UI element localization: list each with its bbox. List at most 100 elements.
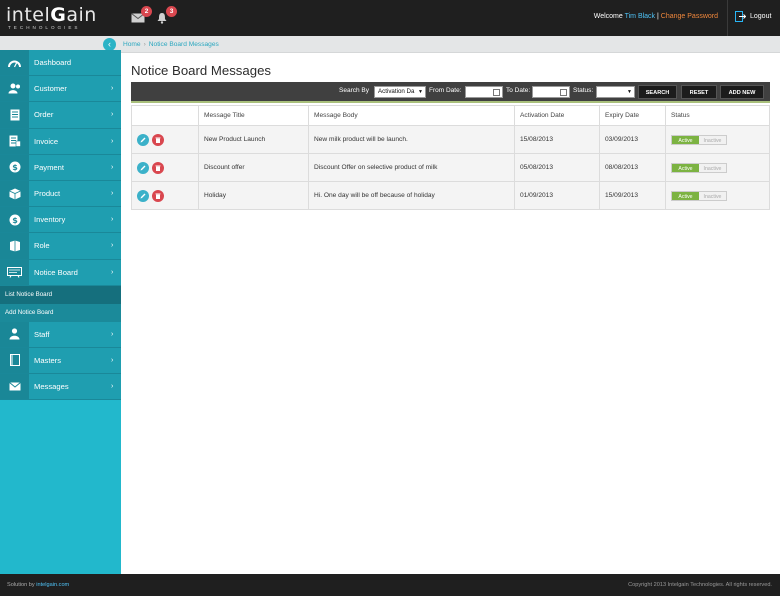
footer: Solution by intelgain.com Copyright 2013… [0, 574, 780, 596]
calendar-icon[interactable] [493, 89, 500, 96]
delete-button[interactable] [152, 189, 164, 202]
breadcrumb: Home › Notice Board Messages [123, 41, 219, 48]
order-icon [10, 109, 19, 121]
breadcrumb-home-link[interactable]: Home [123, 41, 141, 48]
edit-button[interactable] [137, 161, 149, 174]
footer-solution-link[interactable]: intelgain.com [36, 582, 69, 588]
sidebar-item-order[interactable]: Order › [0, 102, 121, 129]
status-inactive[interactable]: Inactive [699, 191, 726, 200]
search-button[interactable]: SEARCH [638, 85, 677, 99]
status-toggle[interactable]: Active Inactive [671, 134, 727, 145]
sidebar-item-label: Staff [34, 329, 50, 339]
chevron-right-icon: › [111, 163, 114, 171]
sidebar-item-notice-board[interactable]: Notice Board › [0, 259, 121, 286]
column-header-activation: Activation Date [514, 105, 600, 126]
status-active[interactable]: Active [672, 163, 699, 172]
masters-icon [9, 354, 20, 367]
pencil-icon [140, 165, 146, 170]
reset-button[interactable]: RESET [681, 85, 717, 99]
sidebar-item-invoice[interactable]: Invoice › [0, 128, 121, 155]
cell-activation: 01/09/2013 [514, 181, 600, 210]
row-actions [131, 181, 199, 210]
sidebar-subitem-add-notice-board[interactable]: Add Notice Board [0, 303, 121, 322]
status-inactive[interactable]: Inactive [699, 135, 726, 144]
table-row: Discount offer Discount Offer on selecti… [131, 153, 770, 182]
cell-status: Active Inactive [665, 125, 770, 154]
column-header-expiry: Expiry Date [599, 105, 666, 126]
filter-toolbar: Search By Activation Da ▼ From Date: To D… [131, 82, 770, 103]
cell-body: Hi. One day will be off because of holid… [308, 181, 515, 210]
mail-button[interactable]: 2 [131, 6, 152, 24]
chevron-right-icon: › [111, 190, 114, 198]
sidebar-item-customer[interactable]: Customer › [0, 76, 121, 103]
column-header-body: Message Body [308, 105, 515, 126]
to-date-label: To Date: [506, 87, 531, 94]
status-select[interactable]: ▼ [596, 86, 635, 98]
delete-button[interactable] [152, 133, 164, 146]
logout-label: Logout [750, 13, 772, 20]
notice-board-icon [7, 266, 22, 278]
chevron-right-icon: › [111, 216, 114, 224]
sidebar-item-product[interactable]: Product › [0, 180, 121, 208]
logo-text-b: ain [66, 4, 97, 26]
cell-expiry: 08/08/2013 [599, 153, 666, 182]
cell-title: Discount offer [198, 153, 309, 182]
chevron-right-icon: › [111, 137, 114, 145]
to-date-input[interactable] [532, 86, 570, 98]
edit-button[interactable] [137, 189, 149, 202]
status-toggle[interactable]: Active Inactive [671, 162, 727, 173]
sidebar-item-label: Customer [34, 84, 67, 94]
status-active[interactable]: Active [672, 135, 699, 144]
sidebar-item-label: Masters [34, 355, 62, 365]
breadcrumb-current[interactable]: Notice Board Messages [149, 41, 219, 48]
logout-button[interactable]: Logout [735, 11, 771, 22]
user-name-link[interactable]: Tim Black [625, 13, 655, 20]
from-date-input[interactable] [465, 86, 503, 98]
breadcrumb-separator: › [143, 41, 146, 48]
svg-text:$: $ [12, 163, 18, 172]
logo-subtitle: TECHNOLOGIES [8, 25, 81, 30]
edit-button[interactable] [137, 133, 149, 146]
mail-count-badge: 2 [141, 6, 152, 17]
status-toggle[interactable]: Active Inactive [671, 190, 727, 201]
welcome-text: Welcome Tim Black | Change Password [594, 13, 718, 20]
change-password-link[interactable]: Change Password [661, 13, 718, 20]
dropdown-arrow-icon: ▼ [627, 89, 632, 95]
cell-status: Active Inactive [665, 181, 770, 210]
sidebar-item-label: Payment [34, 162, 64, 172]
breadcrumb-bar: Home › Notice Board Messages [121, 36, 780, 53]
trash-icon [155, 137, 161, 143]
footer-credit: Solution by intelgain.com [7, 582, 69, 588]
sidebar-subitem-list-notice-board[interactable]: List Notice Board [0, 285, 121, 304]
sidebar-item-label: Invoice [34, 136, 59, 146]
alerts-button[interactable]: 3 [156, 6, 177, 24]
search-by-label: Search By [339, 87, 369, 94]
delete-button[interactable] [152, 161, 164, 174]
sidebar-item-label: Role [34, 241, 50, 251]
chevron-right-icon: › [111, 242, 114, 250]
sidebar-item-inventory[interactable]: $ Inventory › [0, 207, 121, 234]
sidebar-item-dashboard[interactable]: Dashboard [0, 50, 121, 77]
sidebar-item-staff[interactable]: Staff › [0, 321, 121, 348]
logo[interactable]: intelGain TECHNOLOGIES [6, 5, 116, 35]
sidebar-item-label: Order [34, 110, 54, 120]
cell-expiry: 15/09/2013 [599, 181, 666, 210]
calendar-icon[interactable] [560, 89, 567, 96]
product-icon [8, 188, 21, 200]
pencil-icon [140, 193, 146, 198]
from-date-label: From Date: [429, 87, 462, 94]
add-new-button[interactable]: ADD NEW [720, 85, 764, 99]
status-inactive[interactable]: Inactive [699, 163, 726, 172]
search-by-select[interactable]: Activation Da ▼ [374, 86, 426, 98]
logo-text-g: G [50, 4, 67, 26]
status-active[interactable]: Active [672, 191, 699, 200]
sidebar-item-role[interactable]: Role › [0, 233, 121, 260]
sidebar-item-messages[interactable]: Messages › [0, 374, 121, 401]
sidebar-item-payment[interactable]: $ Payment › [0, 154, 121, 181]
pencil-icon [140, 137, 146, 142]
footer-copyright: Copyright 2013 Intelgain Technologies. A… [628, 582, 772, 588]
chevron-right-icon: › [111, 383, 114, 391]
notice-table: Message Title Message Body Activation Da… [131, 105, 770, 210]
status-label: Status: [573, 87, 594, 94]
sidebar-item-masters[interactable]: Masters › [0, 347, 121, 375]
